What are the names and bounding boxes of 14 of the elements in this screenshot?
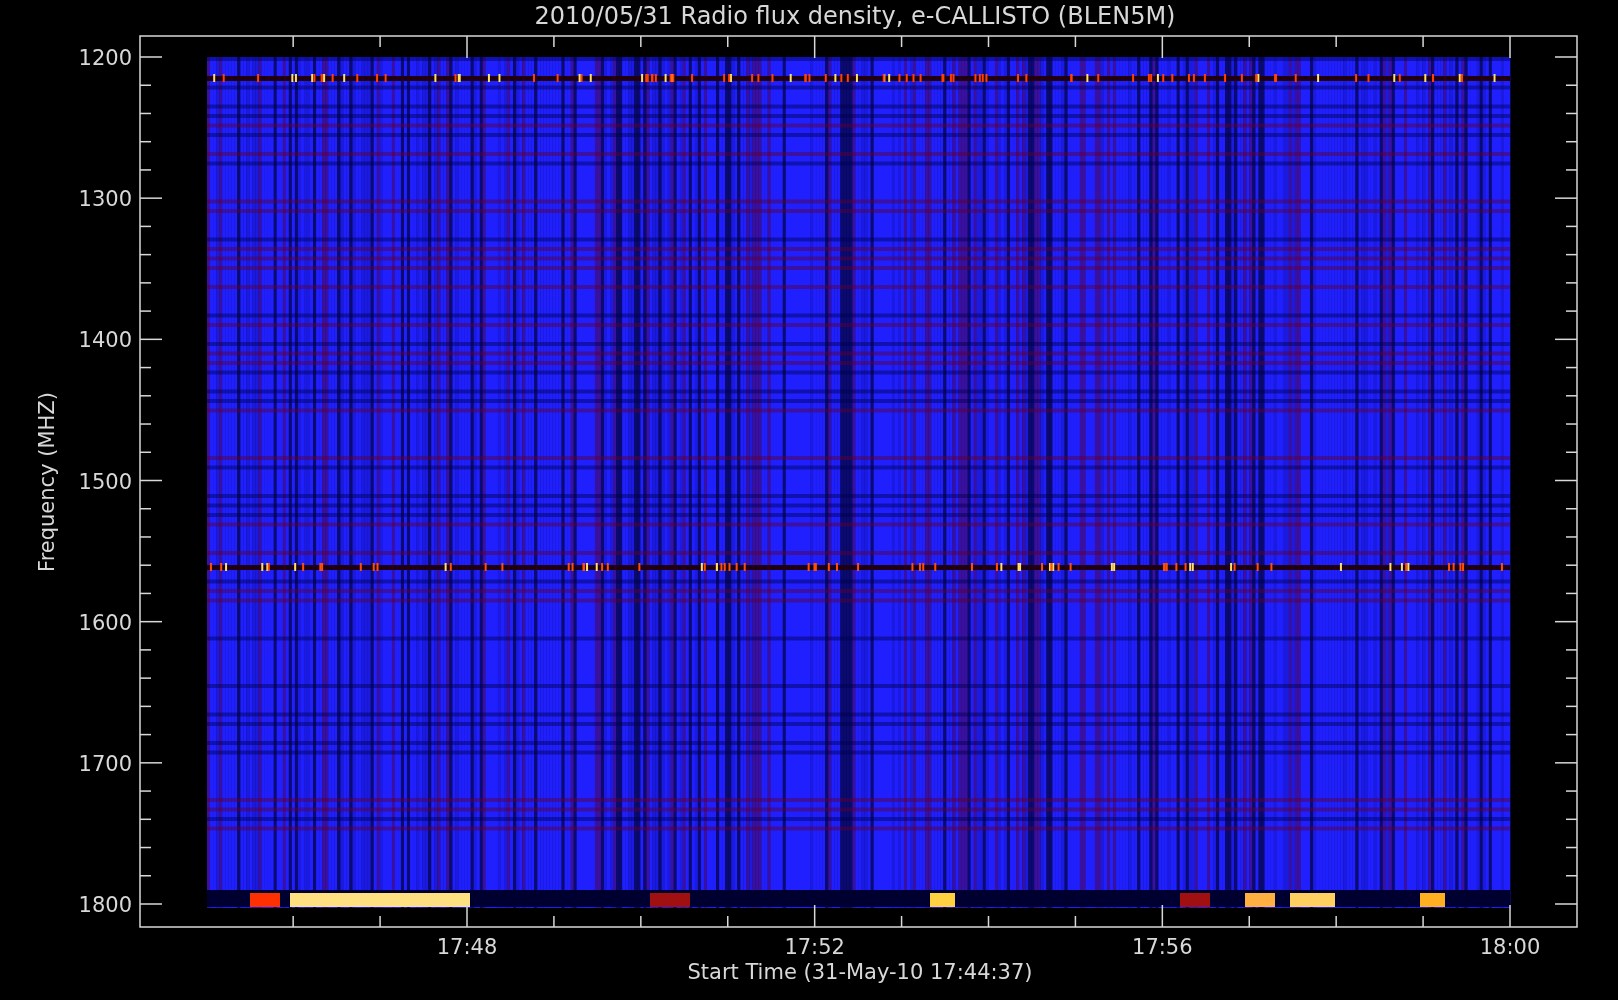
y-tick-label: 1500 xyxy=(78,469,132,494)
y-axis-label: Frequency (MHZ) xyxy=(35,392,59,572)
y-tick-label: 1400 xyxy=(78,328,132,353)
y-tick-label: 1300 xyxy=(78,187,132,212)
y-tick-label: 1200 xyxy=(78,46,132,70)
x-axis-label: Start Time (31-May-10 17:44:37) xyxy=(687,960,1033,984)
y-tick-label: 1800 xyxy=(78,893,132,917)
x-tick-label: 17:48 xyxy=(436,935,498,959)
y-tick-label: 1700 xyxy=(78,751,132,776)
y-tick-label: 1600 xyxy=(78,610,132,635)
x-tick-label: 18:00 xyxy=(1479,935,1541,959)
chart-title: 2010/05/31 Radio flux density, e-CALLISTO (BLEN5M) xyxy=(534,2,1176,30)
x-tick-label: 17:56 xyxy=(1132,935,1193,959)
x-tick-label: 17:52 xyxy=(784,935,845,959)
